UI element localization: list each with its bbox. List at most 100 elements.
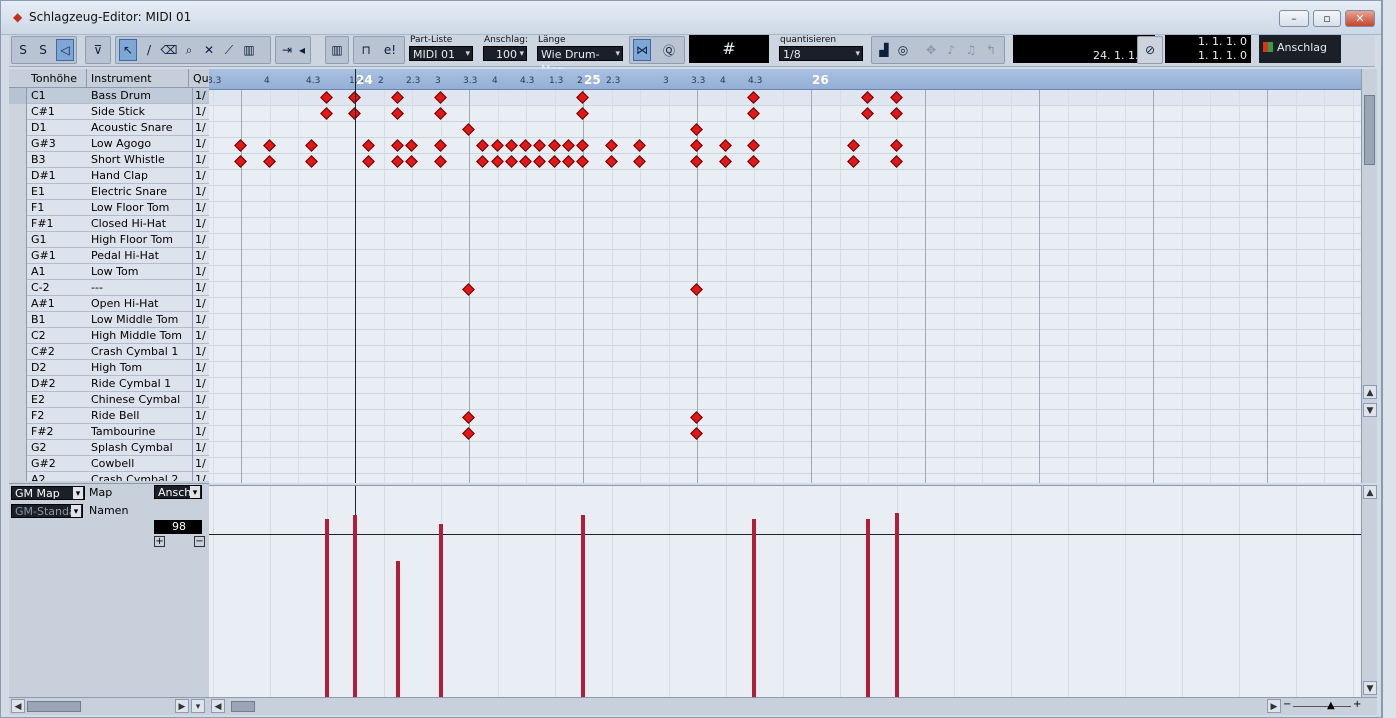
drum-row[interactable]: F1 Low Floor Tom 1/	[9, 200, 209, 216]
row-play-cell[interactable]	[9, 472, 27, 481]
row-instrument[interactable]: Side Stick	[91, 104, 191, 120]
row-play-cell[interactable]	[9, 440, 27, 456]
drumstick-tool-icon[interactable]: /	[140, 39, 158, 61]
velocity-bar[interactable]	[866, 519, 870, 697]
row-quantize[interactable]: 1/	[192, 456, 209, 472]
row-quantize[interactable]: 1/	[192, 168, 209, 184]
row-instrument[interactable]: Short Whistle	[91, 152, 191, 168]
velocity-bar[interactable]	[581, 515, 585, 697]
note-lane[interactable]	[209, 314, 1361, 330]
row-quantize[interactable]: 1/	[192, 136, 209, 152]
close-button[interactable]: ✕	[1345, 10, 1375, 27]
row-instrument[interactable]: Cowbell	[91, 456, 191, 472]
row-quantize[interactable]: 1/	[192, 360, 209, 376]
velocity-controller-select[interactable]: Anschl	[154, 485, 202, 499]
scroll-right-icon[interactable]: ▶	[1267, 699, 1281, 713]
row-play-cell[interactable]	[9, 184, 27, 200]
note-lane[interactable]	[209, 90, 1361, 106]
drum-row[interactable]: F2 Ride Bell 1/	[9, 408, 209, 424]
left-scroll-thumb[interactable]	[27, 701, 81, 712]
minimize-button[interactable]: –	[1279, 10, 1309, 27]
row-quantize[interactable]: 1/	[192, 216, 209, 232]
row-quantize[interactable]: 1/	[192, 152, 209, 168]
row-play-cell[interactable]	[9, 408, 27, 424]
row-quantize[interactable]: 1/	[192, 120, 209, 136]
midi-connector-icon[interactable]: ◎	[894, 39, 912, 61]
autoscroll-menu-icon[interactable]: ◂	[296, 39, 308, 61]
drum-row[interactable]: G2 Splash Cymbal 1/	[9, 440, 209, 456]
cycle-icon[interactable]: ⊘	[1141, 39, 1159, 61]
note-lane[interactable]	[209, 362, 1361, 378]
quantize-icon[interactable]: Ⓠ	[660, 39, 678, 61]
drum-row[interactable]: D#1 Hand Clap 1/	[9, 168, 209, 184]
drum-row[interactable]: E2 Chinese Cymbal 1/	[9, 392, 209, 408]
drum-row[interactable]: G#1 Pedal Hi-Hat 1/	[9, 248, 209, 264]
grid-display[interactable]: #	[689, 35, 769, 63]
row-instrument[interactable]: Closed Hi-Hat	[91, 216, 191, 232]
row-play-cell[interactable]	[9, 344, 27, 360]
note-lane[interactable]	[209, 186, 1361, 202]
velocity-bar[interactable]	[396, 561, 400, 697]
step-input-icon[interactable]: ▥	[328, 39, 346, 61]
row-quantize[interactable]: 1/	[192, 296, 209, 312]
drum-row[interactable]: C#2 Crash Cymbal 1 1/	[9, 344, 209, 360]
velocity-bar[interactable]	[439, 524, 443, 697]
left-scroll-menu-icon[interactable]: ▾	[191, 699, 205, 713]
note-grid[interactable]	[209, 90, 1361, 483]
row-quantize[interactable]: 1/	[192, 472, 209, 481]
row-play-cell[interactable]	[9, 120, 27, 136]
drum-row[interactable]: D1 Acoustic Snare 1/	[9, 120, 209, 136]
event-display[interactable]: 3.3 4 4.3 1.3 2 2.3 3 3.3 4 4.3 1.3 2 2.3 3 3.3 4 4.3 24 2…	[209, 69, 1361, 483]
quantize-field[interactable]: quantisieren 1/8	[777, 35, 863, 63]
time-warp-icon[interactable]: ▥	[240, 39, 258, 61]
quantize-select[interactable]: 1/8	[779, 46, 863, 62]
left-horizontal-scrollbar[interactable]: ◀ ▶ ▾	[9, 697, 209, 715]
scroll-down-icon[interactable]: ▼	[1363, 403, 1377, 417]
insert-icon[interactable]: ✥	[922, 39, 940, 61]
note-return-icon[interactable]: ↰	[982, 39, 1000, 61]
horizontal-thumb[interactable]	[231, 701, 255, 712]
row-quantize[interactable]: 1/	[192, 184, 209, 200]
row-play-cell[interactable]	[9, 136, 27, 152]
row-quantize[interactable]: 1/	[192, 232, 209, 248]
note-lane[interactable]	[209, 266, 1361, 282]
note-up-icon[interactable]: ♫	[962, 39, 980, 61]
drum-row[interactable]: B3 Short Whistle 1/	[9, 152, 209, 168]
row-instrument[interactable]: Low Tom	[91, 264, 191, 280]
drum-row[interactable]: D#2 Ride Cymbal 1 1/	[9, 376, 209, 392]
drum-row[interactable]: B1 Low Middle Tom 1/	[9, 312, 209, 328]
zoom-thumb-icon[interactable]: ▲	[1327, 700, 1335, 711]
row-play-cell[interactable]	[9, 360, 27, 376]
drum-row[interactable]: G#2 Cowbell 1/	[9, 456, 209, 472]
note-lane[interactable]	[209, 250, 1361, 266]
move-insert-icon[interactable]: ⊓	[357, 39, 375, 61]
note-lane[interactable]	[209, 346, 1361, 362]
note-lane[interactable]	[209, 218, 1361, 234]
drum-row[interactable]: A2 Crash Cymbal 2 1/	[9, 472, 209, 481]
scroll-left-icon[interactable]: ◀	[211, 699, 225, 713]
drum-row[interactable]: F#2 Tambourine 1/	[9, 424, 209, 440]
part-list-field[interactable]: Part-Liste MIDI 01	[407, 35, 473, 63]
velocity-input[interactable]: 100	[483, 46, 527, 62]
snap-icon[interactable]: ⋈	[633, 39, 651, 61]
note-lane[interactable]	[209, 378, 1361, 394]
row-play-cell[interactable]	[9, 152, 27, 168]
row-instrument[interactable]: Ride Bell	[91, 408, 191, 424]
maximize-button[interactable]: ▫	[1313, 10, 1341, 27]
drum-row[interactable]: F#1 Closed Hi-Hat 1/	[9, 216, 209, 232]
row-quantize[interactable]: 1/	[192, 200, 209, 216]
drum-row[interactable]: E1 Electric Snare 1/	[9, 184, 209, 200]
row-instrument[interactable]: High Tom	[91, 360, 191, 376]
note-lane[interactable]	[209, 394, 1361, 410]
vertical-scrollbar[interactable]: ▲ ▼	[1361, 69, 1377, 483]
row-quantize[interactable]: 1/	[192, 104, 209, 120]
row-quantize[interactable]: 1/	[192, 328, 209, 344]
zoom-tool-icon[interactable]: ⌕	[180, 39, 198, 61]
drum-row[interactable]: C2 High Middle Tom 1/	[9, 328, 209, 344]
drum-row[interactable]: A#1 Open Hi-Hat 1/	[9, 296, 209, 312]
row-quantize[interactable]: 1/	[192, 408, 209, 424]
part-list-select[interactable]: MIDI 01	[409, 46, 473, 62]
note-lane[interactable]	[209, 426, 1361, 442]
note-icon[interactable]: ♪	[942, 39, 960, 61]
edit-in-place-icon[interactable]: e!	[381, 39, 399, 61]
